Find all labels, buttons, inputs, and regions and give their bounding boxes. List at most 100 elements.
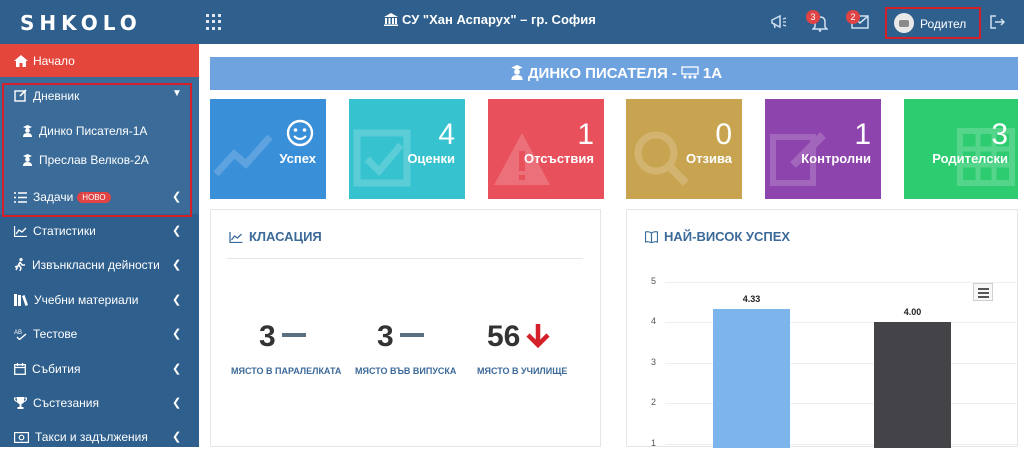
ranking-title-text: КЛАСАЦИЯ <box>249 229 322 244</box>
user-menu[interactable]: Родител <box>885 7 981 39</box>
student-icon <box>23 154 32 166</box>
top-bar: SHKOLO СУ "Хан Аспарух" – гр. София 3 2 … <box>0 0 1024 44</box>
chart-bar[interactable] <box>713 309 790 448</box>
sidebar-item-label: Тестове <box>33 327 78 341</box>
class-group-icon <box>681 66 699 79</box>
tile-tests[interactable]: 1 Контролни <box>765 99 881 199</box>
rank-number: 3 <box>377 320 394 353</box>
best-grade-panel: НАЙ-ВИСОК УСПЕХ 5 4 3 2 1 4.33 4.00 <box>626 209 1019 448</box>
chart-bar[interactable] <box>874 322 951 448</box>
apps-grid-icon[interactable] <box>206 14 222 30</box>
chevron-down-icon[interactable]: ▼ <box>172 88 182 99</box>
tasks-icon <box>14 192 27 203</box>
sidebar-item-label: Състезания <box>33 396 99 410</box>
rank-class-value: 3 <box>259 320 306 354</box>
school-name: СУ "Хан Аспарух" – гр. София <box>384 12 596 27</box>
divider <box>227 258 583 259</box>
student-icon <box>511 65 523 80</box>
rank-grade-value: 3 <box>377 320 424 354</box>
tile-value: 0 <box>715 118 732 151</box>
tile-label: Отсъствия <box>523 151 594 166</box>
smile-icon <box>286 119 314 147</box>
sidebar-item-label: Статистики <box>33 224 96 238</box>
megaphone-icon[interactable] <box>770 14 788 30</box>
tile-feedback[interactable]: 0 Отзива <box>626 99 742 199</box>
chevron-left-icon: ❮ <box>172 397 182 409</box>
sidebar-item-extracurricular[interactable]: Извънкласни дейности ❮ <box>0 248 199 282</box>
tile-parent-meetings[interactable]: 3 Родителски <box>904 99 1018 199</box>
y-tick-label: 3 <box>651 356 657 367</box>
tile-label: Контролни <box>801 151 871 166</box>
rank-class-label: МЯСТО В ПАРАЛЕЛКАТА <box>231 366 342 376</box>
home-icon <box>14 55 28 67</box>
ranking-panel: КЛАСАЦИЯ 3 МЯСТО В ПАРАЛЕЛКАТА 3 МЯСТО В… <box>210 209 601 447</box>
check-icon <box>353 129 411 187</box>
sidebar-item-home[interactable]: Начало <box>0 44 199 77</box>
sidebar-item-fees[interactable]: Такси и задължения ❮ <box>0 420 199 454</box>
student-banner: ДИНКО ПИСАТЕЛЯ - 1А <box>210 57 1018 90</box>
spellcheck-icon: AB <box>14 330 27 341</box>
edit-square-icon <box>14 89 27 102</box>
y-tick-label: 1 <box>651 437 657 448</box>
books-icon <box>14 294 28 306</box>
user-role-label: Родител <box>920 17 967 31</box>
search-icon <box>634 131 689 186</box>
sidebar-item-diary[interactable]: Дневник <box>14 89 79 103</box>
trend-flat-icon <box>399 333 424 337</box>
sidebar-item-label: Такси и задължения <box>35 430 148 444</box>
sidebar-item-label: Учебни материали <box>34 293 139 307</box>
tile-label: Родителски <box>932 151 1008 166</box>
notifications-badge: 3 <box>806 10 820 24</box>
new-badge: НОВО <box>77 192 111 203</box>
chevron-left-icon: ❮ <box>172 328 182 340</box>
tile-value: 4 <box>438 118 455 151</box>
sidebar-item-tests[interactable]: AB Тестове ❮ <box>0 317 199 351</box>
tile-grades-average[interactable]: Успех <box>210 99 326 199</box>
school-building-icon <box>384 13 398 26</box>
trend-up-icon <box>214 134 273 177</box>
sidebar-item-home-label: Начало <box>33 54 75 68</box>
sidebar-item-materials[interactable]: Учебни материали ❮ <box>0 283 199 317</box>
diary-child-item[interactable]: Преслав Велков-2А <box>22 153 149 167</box>
tile-absences[interactable]: 1 Отсъствия <box>488 99 604 199</box>
banner-student-name: ДИНКО ПИСАТЕЛЯ - <box>527 65 677 82</box>
school-name-text: СУ "Хан Аспарух" – гр. София <box>402 12 596 27</box>
chart-gridline <box>665 282 1017 283</box>
tile-label: Успех <box>279 151 316 166</box>
sidebar-item-competitions[interactable]: Състезания ❮ <box>0 386 199 420</box>
tile-label: Отзива <box>686 151 732 166</box>
chevron-left-icon: ❮ <box>172 191 182 203</box>
rank-school-label: МЯСТО В УЧИЛИЩЕ <box>477 366 568 376</box>
sidebar-item-label: Извънкласни дейности <box>32 258 160 272</box>
tile-value: 3 <box>991 118 1008 151</box>
tile-grades[interactable]: 4 Оценки <box>349 99 465 199</box>
chevron-left-icon: ❮ <box>172 363 182 375</box>
chart-line-icon <box>229 232 243 244</box>
sidebar-item-tasks[interactable]: Задачи НОВО ❮ <box>0 180 199 214</box>
rank-number: 3 <box>259 320 276 353</box>
sidebar-item-statistics[interactable]: Статистики ❮ <box>0 214 199 248</box>
y-tick-label: 4 <box>651 316 657 327</box>
best-grade-chart: 5 4 3 2 1 4.33 4.00 <box>627 210 1019 448</box>
sidebar-item-events[interactable]: Събития ❮ <box>0 352 199 386</box>
diary-child-item[interactable]: Динко Писателя-1А <box>22 124 147 138</box>
tile-value: 1 <box>577 118 594 151</box>
svg-text:AB: AB <box>14 330 22 336</box>
chart-menu-button[interactable] <box>973 283 993 301</box>
money-icon <box>14 432 30 444</box>
logout-icon[interactable] <box>990 15 1006 29</box>
diary-child-label: Преслав Велков-2А <box>39 153 149 167</box>
tile-value: 1 <box>854 118 871 151</box>
rank-school-value: 56 <box>487 320 552 354</box>
arrow-down-icon <box>526 324 550 349</box>
student-icon <box>23 125 32 137</box>
sidebar-item-diary-label: Дневник <box>33 89 80 103</box>
y-tick-label: 2 <box>651 397 657 408</box>
chevron-left-icon: ❮ <box>172 431 182 443</box>
sidebar-item-label: Събития <box>32 362 81 376</box>
chart-data-label: 4.00 <box>903 307 922 318</box>
trend-flat-icon <box>281 333 306 337</box>
avatar <box>894 13 914 33</box>
rank-number: 56 <box>487 320 521 353</box>
app-logo[interactable]: SHKOLO <box>20 11 142 35</box>
